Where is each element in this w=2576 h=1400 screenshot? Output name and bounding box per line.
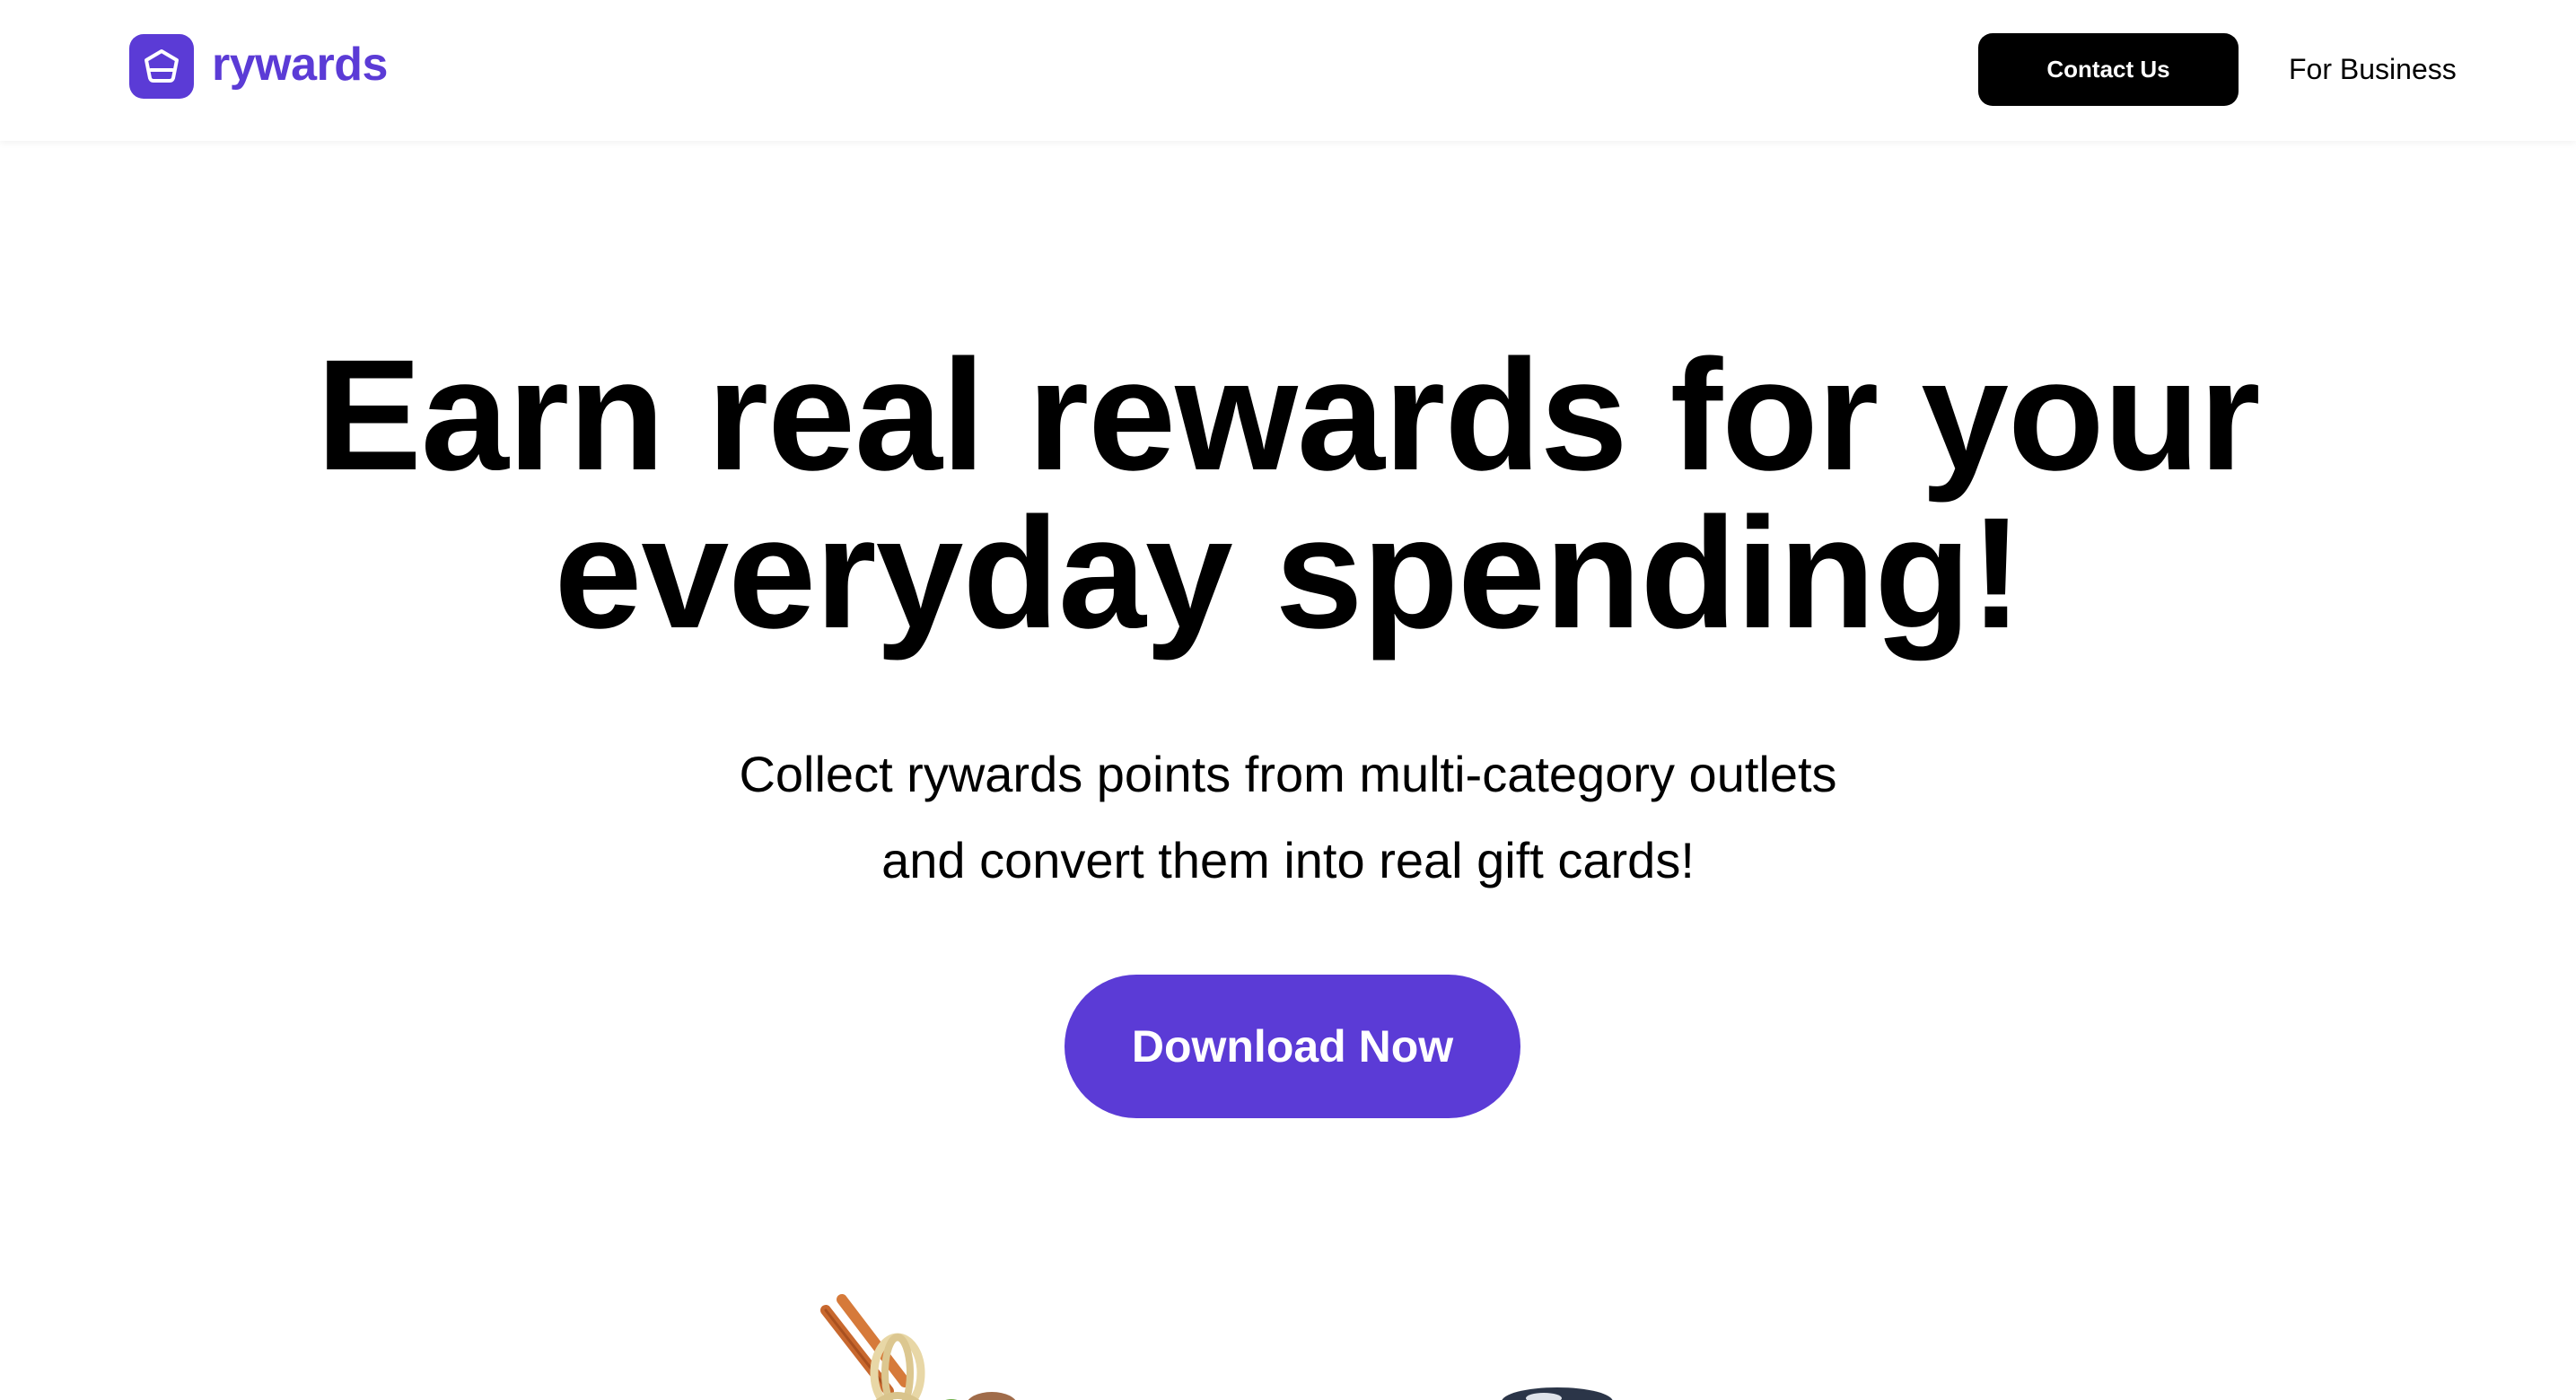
for-business-link[interactable]: For Business <box>2289 47 2457 92</box>
pentagon-house-icon <box>145 49 179 83</box>
brand-name: rywards <box>212 39 388 91</box>
hero-title: Earn real rewards for your everyday spend… <box>316 328 2260 661</box>
logo-mark <box>129 34 194 99</box>
sneaker-image <box>1490 1373 1625 1400</box>
hero-subtitle-line-2: and convert them into real gift cards! <box>881 832 1695 888</box>
contact-us-button[interactable]: Contact Us <box>1978 33 2239 106</box>
download-now-button[interactable]: Download Now <box>1065 975 1520 1118</box>
hero-subtitle-line-1: Collect rywards points from multi-catego… <box>739 746 1837 802</box>
top-navbar: rywards Contact Us For Business <box>0 0 2576 141</box>
noodles-chopsticks-image <box>799 1292 1095 1400</box>
brand-logo[interactable]: rywards <box>129 32 388 101</box>
